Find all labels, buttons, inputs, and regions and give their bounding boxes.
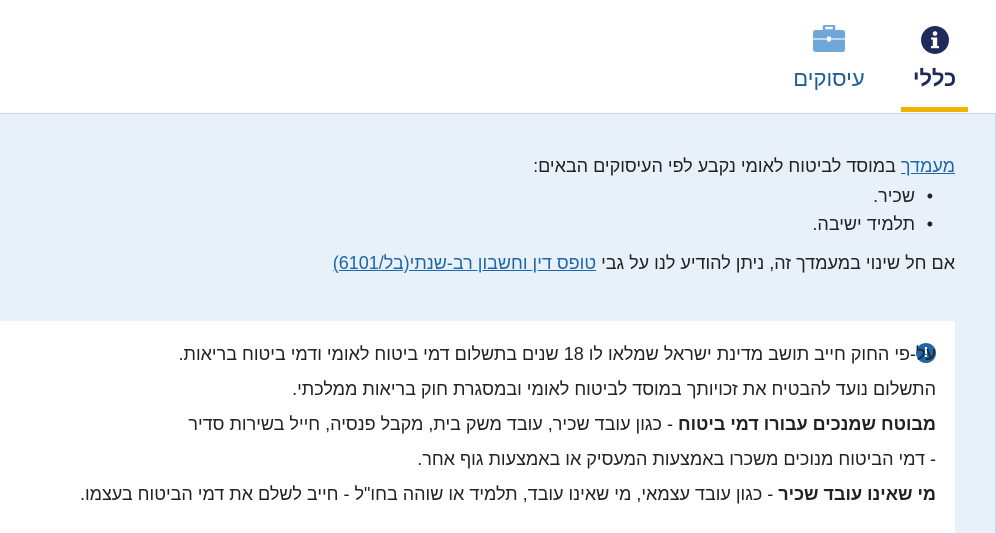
tab-label-jobs: עיסוקים xyxy=(793,66,865,91)
status-paragraph: מעמדך במוסד לביטוח לאומי נקבע לפי העיסוק… xyxy=(533,155,955,177)
insured-text: - כגון עובד שכיר, עובד משק בית, מקבל פנס… xyxy=(188,414,678,434)
tab-jobs[interactable]: עיסוקים xyxy=(778,0,880,113)
non-employee-text: - כגון עובד עצמאי, מי שאינו עובד, תלמיד … xyxy=(79,484,779,504)
info-circle-icon xyxy=(920,25,950,60)
status-list: שכיר. תלמיד ישיבה. xyxy=(812,182,955,238)
non-employee-label: מי שאינו עובד שכיר xyxy=(778,484,936,504)
change-paragraph: אם חל שינוי במעמדך זה, ניתן להודיע לנו ע… xyxy=(333,252,955,274)
tab-bar: כללי עיסוקים xyxy=(0,0,996,113)
list-item: שכיר. xyxy=(812,182,955,210)
tab-label-general: כללי xyxy=(912,66,957,91)
form-link[interactable]: טופס דין וחשבון רב-שנתי(בל/6101) xyxy=(333,253,596,273)
status-link[interactable]: מעמדך xyxy=(901,156,955,176)
info-line-5: מי שאינו עובד שכיר - כגון עובד עצמאי, מי… xyxy=(80,482,936,506)
insured-label: מבוטח שמנכים עבורו דמי ביטוח xyxy=(677,414,936,434)
briefcase-icon xyxy=(812,24,846,58)
info-line-3: מבוטח שמנכים עבורו דמי ביטוח - כגון עובד… xyxy=(188,412,936,436)
status-text: במוסד לביטוח לאומי נקבע לפי העיסוקים הבא… xyxy=(533,156,901,176)
info-line-4: - דמי הביטוח מנוכים משכרו באמצעות המעסיק… xyxy=(417,449,936,469)
card-side-strip xyxy=(955,321,996,533)
active-tab-indicator xyxy=(901,107,968,112)
tab-general[interactable]: כללי xyxy=(901,0,968,113)
list-item: תלמיד ישיבה. xyxy=(812,210,955,238)
info-line-1: על-פי החוק חייב תושב מדינת ישראל שמלאו ל… xyxy=(178,344,936,364)
info-line-2: התשלום נועד להבטיח את זכויותך במוסד לביט… xyxy=(292,379,936,399)
change-text: אם חל שינוי במעמדך זה, ניתן להודיע לנו ע… xyxy=(596,253,955,273)
